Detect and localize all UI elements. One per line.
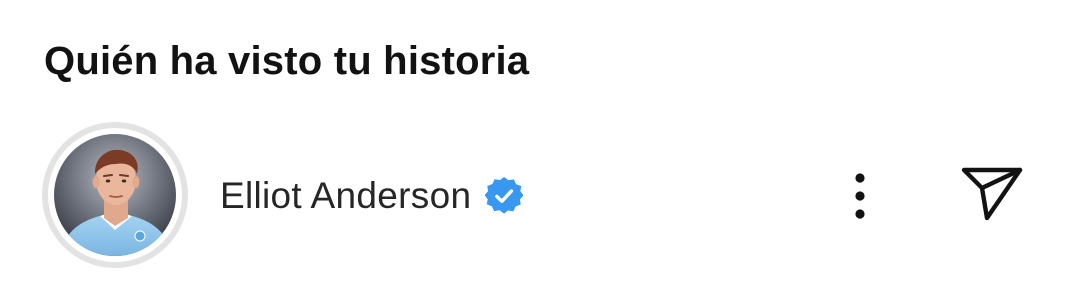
verified-badge-icon xyxy=(484,176,524,215)
username[interactable]: Elliot Anderson xyxy=(220,175,471,217)
story-viewers-screen: Quién ha visto tu historia Elliot Anders… xyxy=(0,0,1080,299)
section-title: Quién ha visto tu historia xyxy=(44,39,530,83)
username-group[interactable]: Elliot Anderson xyxy=(220,174,524,218)
avatar xyxy=(54,134,176,256)
viewer-row[interactable]: Elliot Anderson xyxy=(0,118,1080,274)
more-options-button[interactable] xyxy=(838,168,882,224)
more-vertical-icon xyxy=(855,173,865,219)
paper-plane-icon xyxy=(961,167,1023,221)
avatar-border xyxy=(48,128,182,262)
avatar-ring[interactable] xyxy=(42,122,188,268)
send-message-button[interactable] xyxy=(956,162,1028,226)
avatar-photo xyxy=(54,134,176,256)
